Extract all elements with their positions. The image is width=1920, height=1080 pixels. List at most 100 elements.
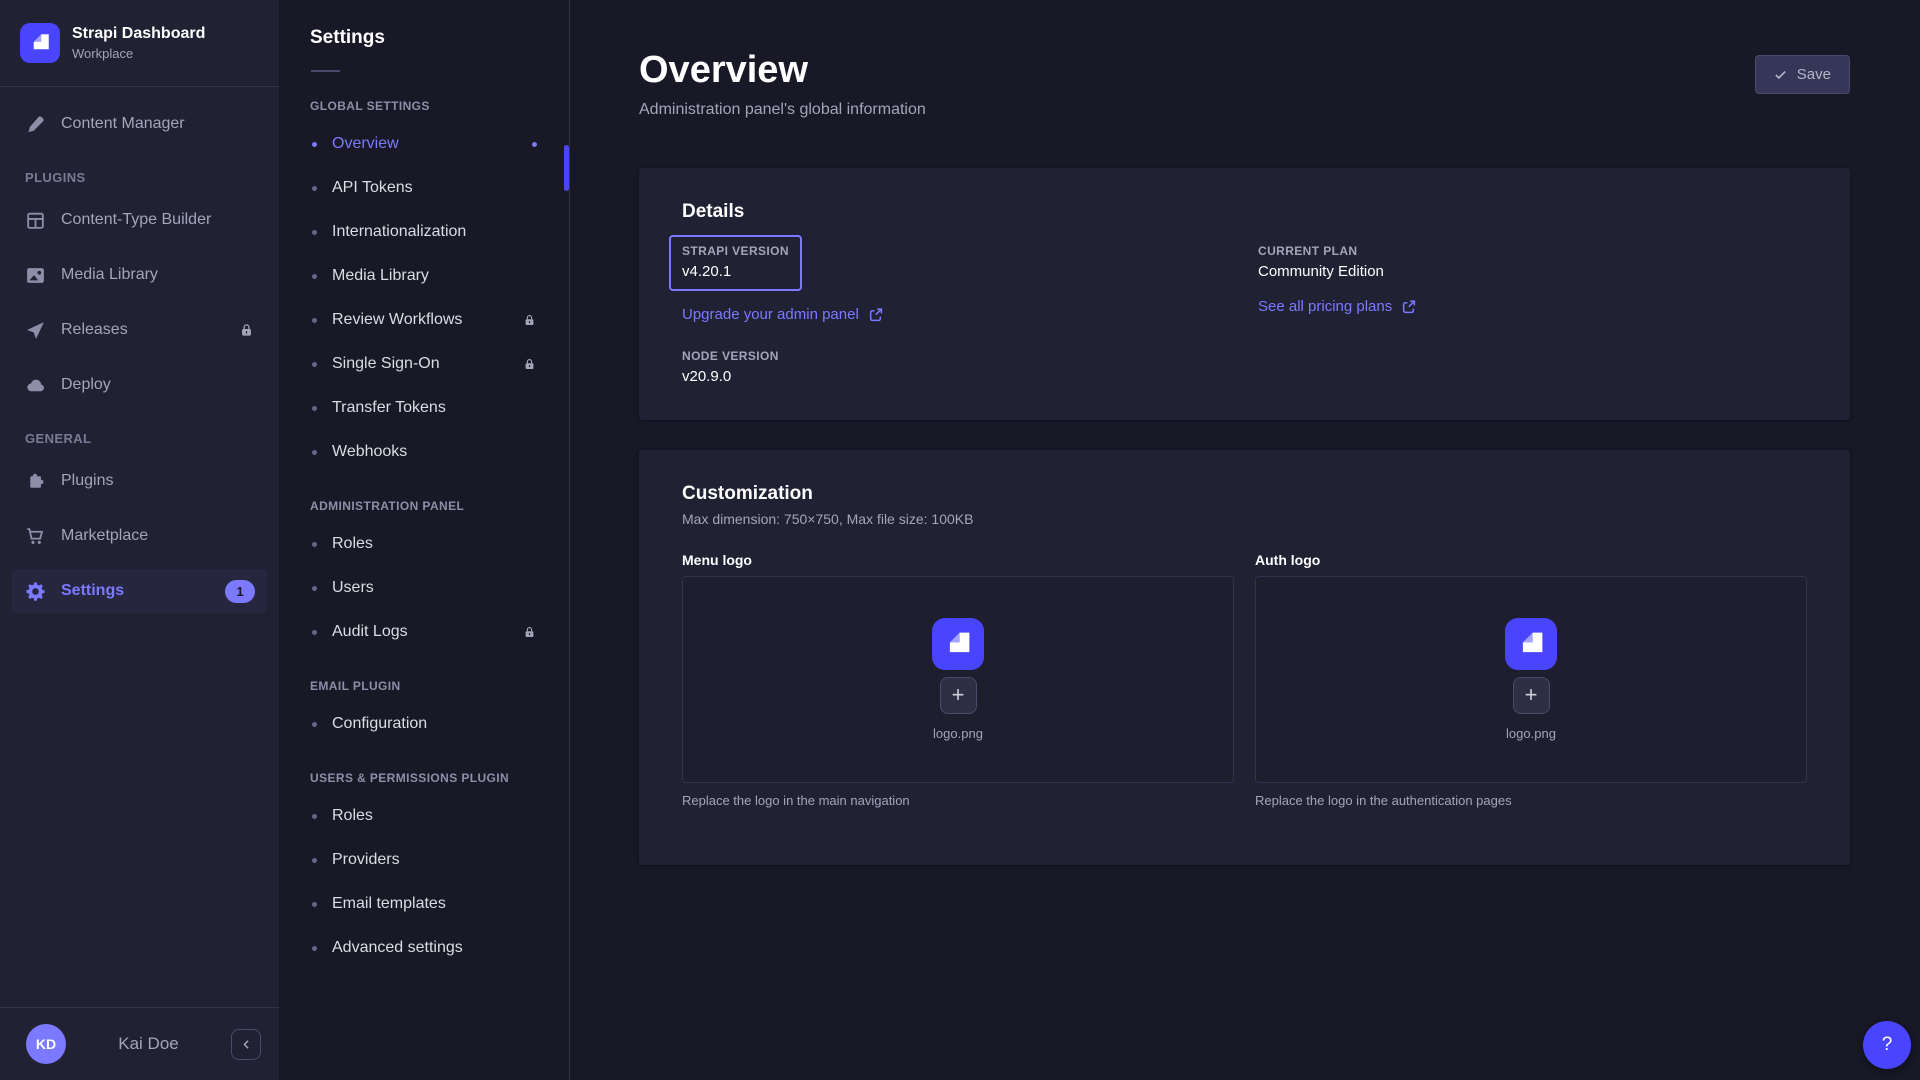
sidebar-item-media-library[interactable]: Media Library <box>12 253 267 297</box>
strapi-version-value: v4.20.1 <box>682 263 789 280</box>
sidebar-item-label: Content Manager <box>61 115 185 133</box>
strapi-logo-preview <box>1505 618 1557 670</box>
puzzle-icon <box>25 471 46 492</box>
sidebar-item-label: Deploy <box>61 376 111 394</box>
settings-item-label: Roles <box>332 535 373 553</box>
sidebar-item-label: Plugins <box>61 472 113 490</box>
help-button[interactable]: ? <box>1863 1021 1911 1069</box>
sidebar-item-deploy[interactable]: Deploy <box>12 363 267 407</box>
sidebar-section-general: GENERAL <box>25 431 267 446</box>
menu-logo-field: Menu logo + logo.png Replace the logo in… <box>682 552 1234 808</box>
settings-title-divider <box>311 70 340 72</box>
settings-item-label: Configuration <box>332 715 427 733</box>
settings-item-email-templates[interactable]: Email templates <box>292 884 557 924</box>
add-auth-logo-button[interactable]: + <box>1513 677 1550 714</box>
bullet-icon <box>312 814 317 819</box>
check-icon <box>1774 68 1787 81</box>
settings-section-users-permissions: USERS & PERMISSIONS PLUGIN <box>280 771 569 785</box>
external-link-icon <box>868 307 883 322</box>
settings-item-overview[interactable]: Overview <box>292 124 557 164</box>
settings-item-label: Internationalization <box>332 223 466 241</box>
settings-item-label: Transfer Tokens <box>332 399 446 417</box>
external-link-icon <box>1401 299 1416 314</box>
sidebar-item-releases[interactable]: Releases <box>12 308 267 352</box>
settings-item-configuration[interactable]: Configuration <box>292 704 557 744</box>
app-title: Strapi Dashboard <box>72 25 205 43</box>
settings-item-label: API Tokens <box>332 179 413 197</box>
sidebar-item-label: Marketplace <box>61 527 148 545</box>
settings-item-label: Providers <box>332 851 400 869</box>
settings-item-providers[interactable]: Providers <box>292 840 557 880</box>
bullet-icon <box>312 630 317 635</box>
bullet-icon <box>312 362 317 367</box>
cart-icon <box>25 526 46 547</box>
details-left-column: STRAPI VERSION v4.20.1 Upgrade your admi… <box>682 223 1258 385</box>
settings-item-internationalization[interactable]: Internationalization <box>292 212 557 252</box>
settings-item-users[interactable]: Users <box>292 568 557 608</box>
details-heading: Details <box>682 201 1807 223</box>
strapi-version-label: STRAPI VERSION <box>682 244 789 258</box>
settings-section-global: GLOBAL SETTINGS <box>280 99 569 113</box>
settings-item-advanced-settings[interactable]: Advanced settings <box>292 928 557 968</box>
menu-logo-caption: Replace the logo in the main navigation <box>682 793 1234 808</box>
settings-item-admin-roles[interactable]: Roles <box>292 524 557 564</box>
settings-item-label: Single Sign-On <box>332 355 440 373</box>
cloud-icon <box>25 375 46 396</box>
customization-card: Customization Max dimension: 750×750, Ma… <box>639 450 1850 865</box>
save-button[interactable]: Save <box>1755 55 1850 94</box>
bullet-icon <box>312 946 317 951</box>
sidebar-item-plugins[interactable]: Plugins <box>12 459 267 503</box>
node-version-value: v20.9.0 <box>682 368 1258 385</box>
settings-item-transfer-tokens[interactable]: Transfer Tokens <box>292 388 557 428</box>
app-sidebar: Strapi Dashboard Workplace Content Manag… <box>0 0 280 1080</box>
sidebar-item-label: Settings <box>61 582 124 600</box>
user-name: Kai Doe <box>66 1034 231 1054</box>
settings-item-webhooks[interactable]: Webhooks <box>292 432 557 472</box>
settings-subnav: Settings GLOBAL SETTINGS Overview API To… <box>280 0 570 1080</box>
upgrade-link-label: Upgrade your admin panel <box>682 306 859 323</box>
settings-item-label: Email templates <box>332 895 446 913</box>
pricing-link-label: See all pricing plans <box>1258 298 1392 315</box>
settings-item-label: Audit Logs <box>332 623 408 641</box>
avatar[interactable]: KD <box>26 1024 66 1064</box>
upgrade-admin-panel-link[interactable]: Upgrade your admin panel <box>682 306 883 323</box>
notifications-badge: 1 <box>225 580 255 603</box>
settings-item-label: Media Library <box>332 267 429 285</box>
bullet-icon <box>312 142 317 147</box>
settings-item-up-roles[interactable]: Roles <box>292 796 557 836</box>
user-profile[interactable]: KD Kai Doe <box>0 1007 279 1080</box>
settings-item-label: Webhooks <box>332 443 407 461</box>
sidebar-item-marketplace[interactable]: Marketplace <box>12 514 267 558</box>
current-plan-value: Community Edition <box>1258 263 1807 280</box>
pen-icon <box>25 114 46 135</box>
sidebar-item-content-type-builder[interactable]: Content-Type Builder <box>12 198 267 242</box>
sidebar-item-content-manager[interactable]: Content Manager <box>12 102 267 146</box>
sidebar-item-settings[interactable]: Settings 1 <box>12 569 267 613</box>
menu-logo-upload[interactable]: + logo.png <box>682 576 1234 783</box>
sidebar-section-plugins: PLUGINS <box>25 170 267 185</box>
workspace-header[interactable]: Strapi Dashboard Workplace <box>0 0 279 87</box>
bullet-icon <box>312 858 317 863</box>
auth-logo-upload[interactable]: + logo.png <box>1255 576 1807 783</box>
pricing-plans-link[interactable]: See all pricing plans <box>1258 298 1416 315</box>
settings-item-single-sign-on[interactable]: Single Sign-On <box>292 344 557 384</box>
auth-logo-filename: logo.png <box>1506 726 1556 741</box>
settings-item-audit-logs[interactable]: Audit Logs <box>292 612 557 652</box>
settings-section-email-plugin: EMAIL PLUGIN <box>280 679 569 693</box>
active-dot-icon <box>532 142 537 147</box>
settings-section-admin-panel: ADMINISTRATION PANEL <box>280 499 569 513</box>
bullet-icon <box>312 230 317 235</box>
settings-item-media-library[interactable]: Media Library <box>292 256 557 296</box>
add-menu-logo-button[interactable]: + <box>940 677 977 714</box>
node-version-label: NODE VERSION <box>682 349 1258 363</box>
collapse-sidebar-button[interactable] <box>231 1029 261 1060</box>
sidebar-item-label: Content-Type Builder <box>61 211 211 229</box>
settings-nav-scrollbar[interactable] <box>564 145 569 191</box>
settings-item-api-tokens[interactable]: API Tokens <box>292 168 557 208</box>
current-plan-label: CURRENT PLAN <box>1258 244 1807 258</box>
settings-item-review-workflows[interactable]: Review Workflows <box>292 300 557 340</box>
settings-item-label: Review Workflows <box>332 311 462 329</box>
bullet-icon <box>312 274 317 279</box>
page-subtitle: Administration panel's global informatio… <box>639 101 926 119</box>
bullet-icon <box>312 450 317 455</box>
